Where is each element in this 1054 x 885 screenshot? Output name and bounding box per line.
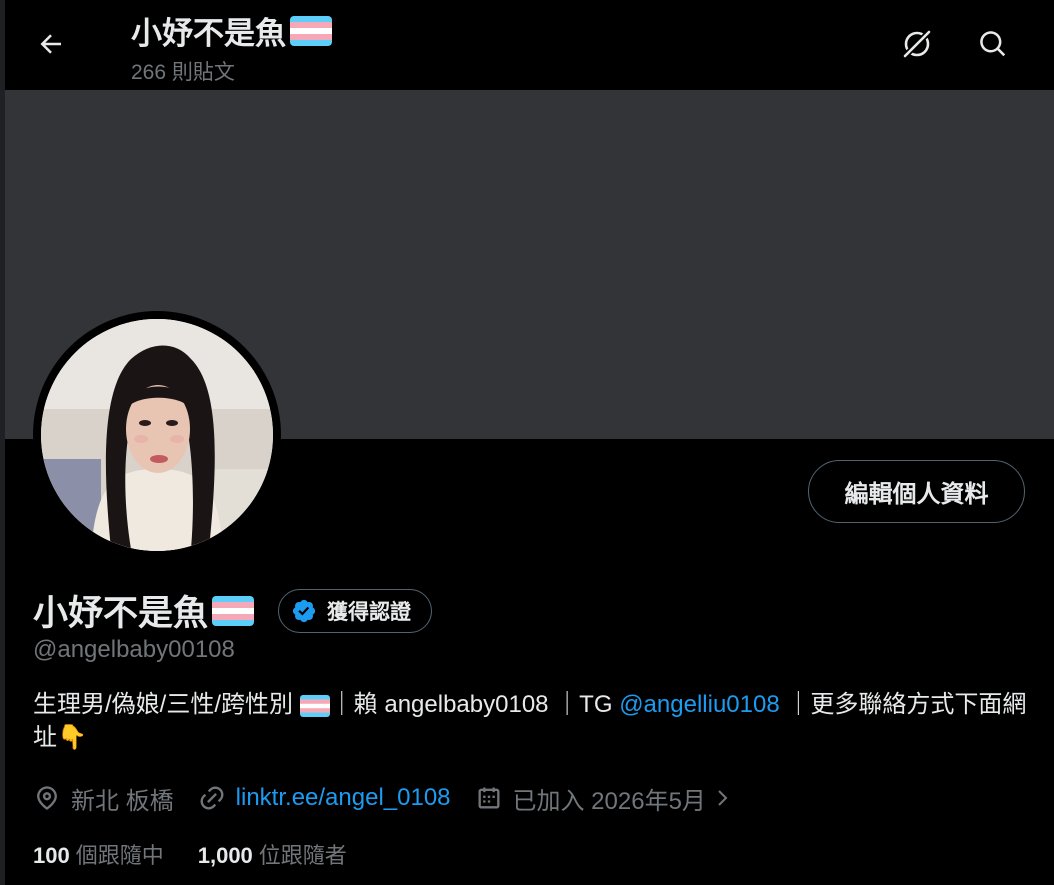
profile-bio: 生理男/偽娘/三性/跨性別 ｜賴 angelbaby0108 ｜TG @ange… [33, 688, 1033, 754]
grok-icon [903, 30, 931, 58]
link-icon [200, 786, 224, 810]
display-name: 小妤不是魚 [33, 585, 255, 636]
profile-location: 新北 板橋 [33, 781, 174, 816]
followers-label: 位跟隨者 [258, 843, 347, 868]
profile-joined[interactable]: 已加入 2026年5月 [475, 781, 734, 816]
chevron-right-icon [718, 790, 728, 806]
post-count: 266 則貼文 [131, 61, 235, 84]
profile-header: 小妤不是魚 266 則貼文 [5, 0, 1054, 90]
following-count: 100 [33, 843, 70, 868]
avatar[interactable] [41, 319, 273, 551]
bio-mention-link[interactable]: @angelliu0108 [619, 691, 780, 718]
avatar-frame [33, 311, 281, 559]
header-name: 小妤不是魚 [131, 16, 286, 51]
arrow-left-icon [40, 34, 61, 54]
location-pin-icon [37, 786, 57, 810]
profile-name-row: 小妤不是魚 獲得認證 [33, 585, 433, 636]
transgender-flag-icon [299, 694, 330, 717]
bio-text-1: 生理男/偽娘/三性/跨性別 [33, 691, 294, 718]
following-label: 個跟隨中 [75, 843, 164, 868]
following-link[interactable]: 100 個跟隨中 [33, 838, 164, 870]
pointing-down-emoji: 👇 [57, 724, 87, 751]
follow-stats: 100 個跟隨中 1,000 位跟隨者 [33, 838, 381, 870]
back-button[interactable] [31, 24, 71, 64]
followers-link[interactable]: 1,000 位跟隨者 [198, 838, 347, 870]
get-verified-button[interactable]: 獲得認證 [278, 588, 433, 633]
profile-website: linktr.ee/angel_0108 [198, 784, 451, 812]
avatar-photo [41, 319, 273, 551]
transgender-flag-icon [212, 595, 255, 626]
grok-button[interactable] [897, 24, 937, 64]
profile-handle: @angelbaby00108 [33, 636, 235, 663]
calendar-icon [478, 787, 500, 809]
search-button[interactable] [973, 24, 1013, 64]
edit-profile-button[interactable]: 編輯個人資料 [808, 460, 1025, 523]
website-link[interactable]: linktr.ee/angel_0108 [236, 784, 451, 812]
display-name-text: 小妤不是魚 [33, 594, 209, 633]
bio-text-2: ｜賴 angelbaby0108 ｜TG [329, 691, 620, 718]
joined-text: 已加入 2026年5月 [512, 787, 706, 815]
profile-meta: 新北 板橋 linktr.ee/angel_0108 已加入 2026年5月 [33, 780, 758, 816]
search-icon [980, 31, 1006, 57]
header-title: 小妤不是魚 [131, 8, 332, 53]
location-text: 新北 板橋 [71, 787, 174, 815]
followers-count: 1,000 [197, 843, 253, 868]
verified-badge-icon [292, 599, 316, 622]
get-verified-label: 獲得認證 [327, 600, 412, 624]
transgender-flag-icon [290, 15, 332, 46]
